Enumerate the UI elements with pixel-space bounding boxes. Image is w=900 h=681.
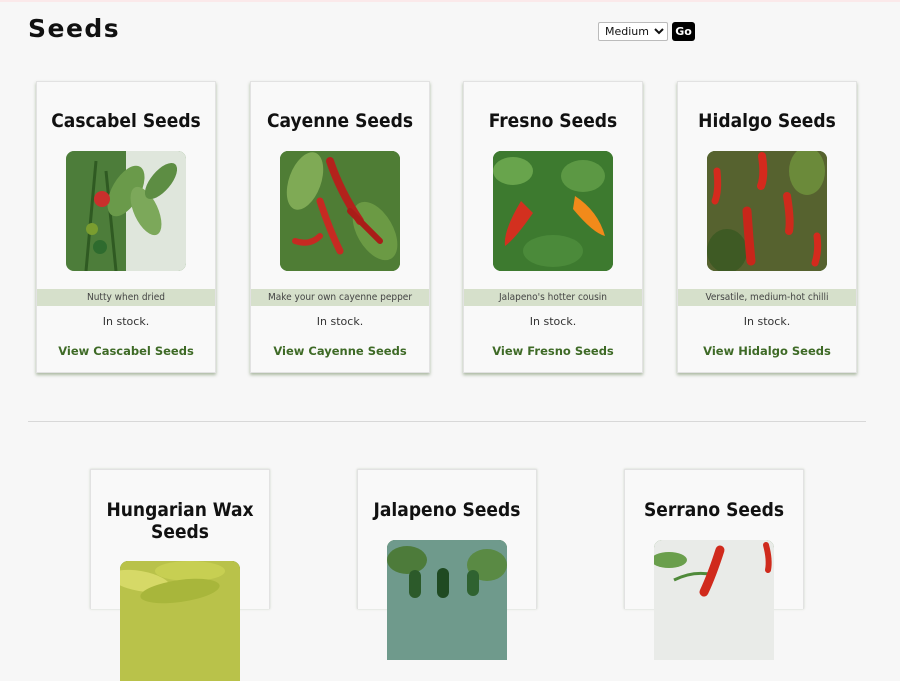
stock-status: In stock. [102, 315, 150, 328]
product-tagline: Nutty when dried [37, 289, 215, 306]
product-tagline: Versatile, medium-hot chilli [678, 289, 856, 306]
product-card-cayenne: Cayenne Seeds Make your own cayenne pepp… [250, 81, 430, 373]
product-title: Cascabel Seeds [51, 110, 201, 132]
product-title: Hungarian Wax Seeds [106, 499, 254, 543]
cayenne-pepper-icon [280, 151, 400, 271]
product-title: Cayenne Seeds [266, 110, 414, 132]
product-card-jalapeno: Jalapeno Seeds [357, 469, 537, 660]
stock-status: In stock. [743, 315, 791, 328]
jalapeno-pepper-photo[interactable] [387, 540, 507, 660]
product-title: Jalapeno Seeds [373, 499, 521, 521]
cascabel-pepper-photo[interactable] [66, 151, 186, 271]
serrano-pepper-icon [654, 540, 774, 660]
product-card-fresno: Fresno Seeds Jalapeno's hotter cousin In… [463, 81, 643, 373]
hungarian-wax-pepper-photo[interactable] [120, 561, 240, 681]
product-title: Hidalgo Seeds [698, 110, 836, 132]
jalapeno-pepper-icon [387, 540, 507, 660]
view-fresno-link[interactable]: View Fresno Seeds [464, 344, 642, 358]
hidalgo-pepper-icon [707, 151, 827, 271]
product-card-hidalgo: Hidalgo Seeds Versatile, medium-hot chil… [677, 81, 857, 373]
product-tagline: Jalapeno's hotter cousin [464, 289, 642, 306]
product-card-cascabel: Cascabel Seeds Nutty when dried In stock… [36, 81, 216, 373]
fresno-pepper-photo[interactable] [493, 151, 613, 271]
page-title: Seeds [28, 14, 121, 43]
hungarian-wax-pepper-icon [120, 561, 240, 681]
section-divider [28, 421, 866, 422]
product-title: Serrano Seeds [643, 499, 785, 521]
cascabel-pepper-icon [66, 151, 186, 271]
hidalgo-pepper-photo[interactable] [707, 151, 827, 271]
product-card-hungarian-wax: Hungarian Wax Seeds [90, 469, 270, 681]
product-tagline: Make your own cayenne pepper [251, 289, 429, 306]
size-select[interactable]: Small Medium Large [598, 22, 668, 41]
view-hidalgo-link[interactable]: View Hidalgo Seeds [678, 344, 856, 358]
view-cayenne-link[interactable]: View Cayenne Seeds [251, 344, 429, 358]
serrano-pepper-photo[interactable] [654, 540, 774, 660]
product-title: Fresno Seeds [488, 110, 618, 132]
fresno-pepper-icon [493, 151, 613, 271]
stock-status: In stock. [316, 315, 364, 328]
top-accent-line [0, 0, 900, 2]
view-cascabel-link[interactable]: View Cascabel Seeds [37, 344, 215, 358]
go-button[interactable]: Go [672, 22, 695, 41]
product-card-serrano: Serrano Seeds [624, 469, 804, 660]
cayenne-pepper-photo[interactable] [280, 151, 400, 271]
stock-status: In stock. [529, 315, 577, 328]
